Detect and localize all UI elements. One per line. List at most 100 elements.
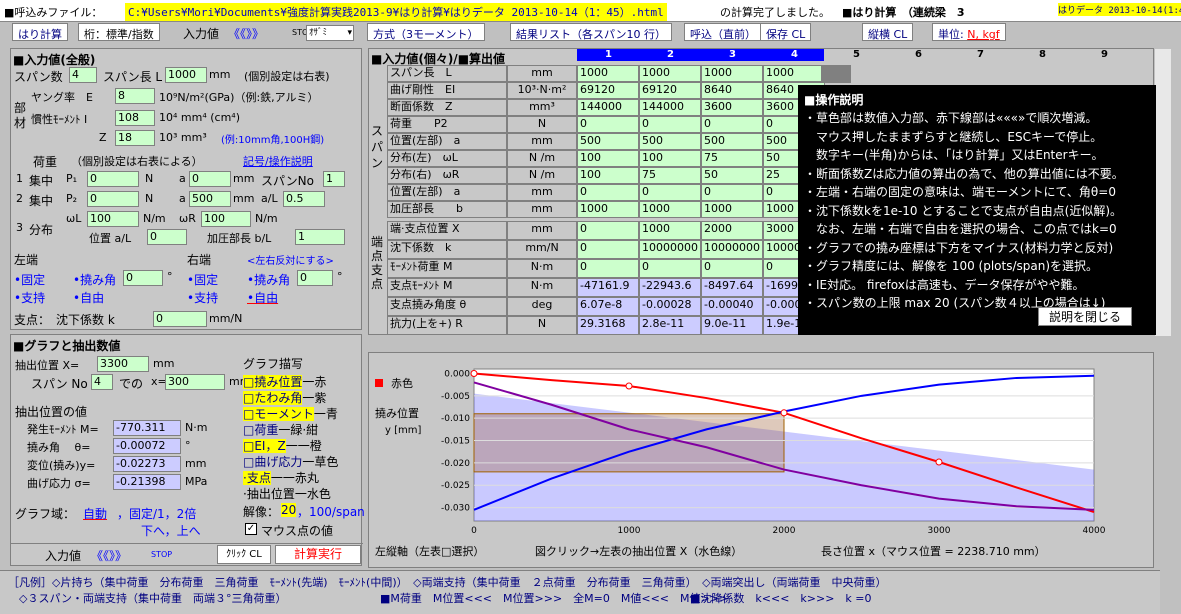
right-slope-option[interactable]: •撓み角	[247, 271, 290, 288]
right-pinned-option[interactable]: •支持	[187, 289, 218, 306]
action-stop[interactable]: STOP	[151, 550, 172, 559]
beam-calc-button[interactable]: はり計算	[12, 23, 68, 41]
mouse-checkbox[interactable]: ✓	[245, 523, 257, 535]
load2-al-input[interactable]: 0.5	[283, 191, 325, 207]
draw-item-deflection[interactable]: □撓み位置一赤	[243, 373, 338, 389]
draw-item-moment[interactable]: □モーメント一青	[243, 405, 338, 421]
support-k-input[interactable]: 0	[153, 311, 207, 327]
table-cell[interactable]: 0	[639, 259, 701, 278]
load-help-link[interactable]: 記号/操作説明	[243, 153, 313, 169]
table-cell[interactable]: 500	[577, 133, 639, 150]
draw-item-support[interactable]: ·支点一一赤丸	[243, 469, 338, 485]
right-fixed-option[interactable]: •固定	[187, 271, 218, 288]
z-input[interactable]: 18	[115, 130, 155, 146]
table-cell[interactable]: 0	[577, 184, 639, 201]
table-cell[interactable]: 500	[701, 133, 763, 150]
table-cell[interactable]: 1000	[639, 221, 701, 240]
table-cell[interactable]: 0	[639, 184, 701, 201]
left-fixed-option[interactable]: •固定	[14, 271, 45, 288]
deflection-chart[interactable]: 0.000 -0.005 -0.010 -0.015 -0.020 -0.025 -0.03…	[369, 353, 1155, 569]
draw-item-load[interactable]: □荷重一緑·紺	[243, 421, 338, 437]
reverse-link[interactable]: <左右反対にする>	[247, 252, 334, 267]
save-button[interactable]: 保存 CL	[760, 23, 812, 41]
table-cell[interactable]: 0	[701, 259, 763, 278]
legend-line-2a[interactable]: ◇３スパン・両端支持（集中荷重 両端３°三角荷重）	[8, 590, 287, 606]
table-cell[interactable]: 1000	[577, 65, 639, 82]
legend-line-2b[interactable]: ■M荷重 M位置<<< M位置>>> 全M=0 M値<<< M値>>>	[380, 590, 728, 606]
draw-item-ei[interactable]: □EI，Z一一橙	[243, 437, 338, 453]
draw-item-slope[interactable]: □たわみ角一紫	[243, 389, 338, 405]
execute-button[interactable]: 計算実行	[275, 545, 361, 564]
input-arrows[interactable]: 《《》》	[228, 25, 264, 42]
click-clear-button[interactable]: ｸﾘｯｸ CL	[217, 545, 271, 564]
extract-x-input[interactable]: 3300	[97, 356, 149, 372]
unit-button[interactable]: 単位: N, kgf	[932, 23, 1006, 41]
extract-span-x-input[interactable]: 300	[165, 374, 225, 390]
action-input-arrows[interactable]: 《《》》	[91, 547, 127, 564]
table-cell[interactable]: 144000	[639, 99, 701, 116]
table-cell[interactable]: 75	[639, 167, 701, 184]
table-cell[interactable]: 0	[577, 240, 639, 259]
table-cell[interactable]: 50	[701, 167, 763, 184]
table-cell[interactable]: 1000	[763, 65, 825, 82]
inertia-input[interactable]: 108	[115, 110, 155, 126]
method-button[interactable]: 方式（3モーメント）	[367, 23, 485, 41]
table-cell[interactable]: 1000	[639, 65, 701, 82]
left-slope-option[interactable]: •撓み角	[73, 271, 116, 288]
young-input[interactable]: 8	[115, 88, 155, 104]
draw-item-extract[interactable]: ·抽出位置一水色	[243, 485, 338, 501]
range-auto-button[interactable]: 自動	[83, 505, 107, 522]
span-count-input[interactable]: 4	[69, 67, 97, 83]
recall-button[interactable]: 呼込（直前）	[684, 23, 762, 41]
close-help-button[interactable]: 説明を閉じる	[1038, 307, 1133, 326]
load2-a-input[interactable]: 500	[189, 191, 231, 207]
left-free-option[interactable]: •自由	[73, 289, 104, 306]
left-pinned-option[interactable]: •支持	[14, 289, 45, 306]
load3-len-input[interactable]: 1	[295, 229, 345, 245]
left-angle-input[interactable]: 0	[123, 270, 163, 286]
table-cell[interactable]: 0	[701, 184, 763, 201]
legend-line-2c[interactable]: ■沈降係数 k<<< k>>> k =0	[690, 590, 872, 606]
table-cell[interactable]: 10000000	[701, 240, 763, 259]
mode-select[interactable]: ｵｻﾞﾐ ▾	[306, 25, 354, 41]
table-cell[interactable]: 144000	[577, 99, 639, 116]
table-cell[interactable]: 2000	[701, 221, 763, 240]
range-shift-button[interactable]: 下へ，上へ	[141, 522, 201, 539]
table-cell[interactable]: 0	[577, 221, 639, 240]
table-cell[interactable]: 0	[639, 116, 701, 133]
table-cell[interactable]: 69120	[577, 82, 639, 99]
range-fixed-button[interactable]: ，固定/1，2倍	[117, 505, 196, 522]
table-cell[interactable]: 1000	[701, 65, 763, 82]
table-cell[interactable]: 3600	[701, 99, 763, 116]
table-cell[interactable]: 69120	[639, 82, 701, 99]
aspect-button[interactable]: 縦横 CL	[862, 23, 914, 41]
right-angle-input[interactable]: 0	[297, 270, 333, 286]
deflection-chart-panel[interactable]: 0.000 -0.005 -0.010 -0.015 -0.020 -0.025 -0.03…	[368, 352, 1154, 568]
load3-wl-input[interactable]: 100	[87, 211, 139, 227]
table-cell[interactable]: 1000	[701, 201, 763, 218]
table-cell[interactable]: 8640	[701, 82, 763, 99]
resolution-value[interactable]: 20	[281, 503, 297, 517]
load3-wr-input[interactable]: 100	[201, 211, 251, 227]
legend-line-1[interactable]: ［凡例］◇片持ち（集中荷重 分布荷重 三角荷重 ﾓｰﾒﾝﾄ(先端) ﾓｰﾒﾝﾄ(…	[8, 574, 887, 590]
load1-input[interactable]: 0	[87, 171, 139, 187]
load1-span-input[interactable]: 1	[323, 171, 345, 187]
digit-format-button[interactable]: 桁：標準/指数	[78, 23, 160, 41]
table-cell[interactable]: 100	[577, 150, 639, 167]
result-list-button[interactable]: 結果リスト（各スパン10 行）	[510, 23, 673, 41]
table-cell[interactable]: 0	[577, 259, 639, 278]
resolution-alt[interactable]: ，100/span	[297, 503, 365, 520]
span-length-input[interactable]: 1000	[165, 67, 207, 83]
table-cell[interactable]: 100	[639, 150, 701, 167]
table-cell[interactable]: 500	[639, 133, 701, 150]
table-cell[interactable]: 0	[577, 116, 639, 133]
table-cell[interactable]: 1000	[577, 201, 639, 218]
vertical-scrollbar[interactable]	[1155, 49, 1171, 336]
right-free-option[interactable]: •自由	[247, 289, 278, 306]
table-cell[interactable]: 10000000	[639, 240, 701, 259]
load1-a-input[interactable]: 0	[189, 171, 231, 187]
table-cell[interactable]: 75	[701, 150, 763, 167]
extract-span-input[interactable]: 4	[91, 374, 113, 390]
table-cell[interactable]: 1000	[639, 201, 701, 218]
load3-pos-input[interactable]: 0	[147, 229, 187, 245]
